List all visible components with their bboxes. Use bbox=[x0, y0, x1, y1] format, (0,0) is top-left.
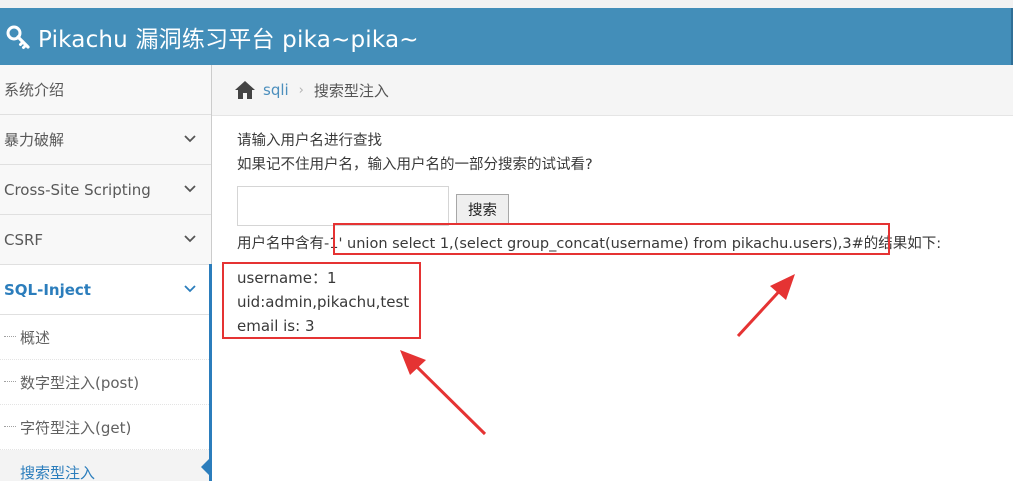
sidebar-item-xss[interactable]: Cross-Site Scripting bbox=[0, 165, 211, 215]
key-icon bbox=[6, 25, 30, 49]
annotation-box-results bbox=[222, 262, 421, 339]
arrow-up-left-icon bbox=[412, 362, 487, 436]
app-title[interactable]: Pikachu 漏洞练习平台 pika~pika~ bbox=[38, 20, 419, 54]
submenu-item-string-get[interactable]: 字符型注入(get) bbox=[0, 405, 211, 450]
submenu-item-label: 字符型注入(get) bbox=[20, 418, 132, 437]
sidebar-item-label: 暴力破解 bbox=[4, 131, 65, 149]
submenu-item-label: 搜索型注入 bbox=[20, 463, 96, 481]
navbar: Pikachu 漏洞练习平台 pika~pika~ bbox=[0, 8, 1013, 65]
sidebar-item-label: Cross-Site Scripting bbox=[4, 180, 151, 199]
search-hint: 如果记不住用户名，输入用户名的一部分搜索的试试看? bbox=[237, 157, 593, 173]
search-prompt: 请输入用户名进行查找 bbox=[237, 133, 382, 149]
sidebar: 系统介绍 暴力破解 Cross-Site Scripting CSRF SQL-… bbox=[0, 65, 212, 481]
chevron-down-icon bbox=[184, 235, 196, 243]
active-menu-rail bbox=[209, 264, 212, 481]
arrow-head-up-left-icon bbox=[400, 350, 426, 375]
submenu-item-search[interactable]: 搜索型注入 bbox=[0, 450, 211, 481]
search-button[interactable]: 搜索 bbox=[456, 194, 509, 224]
sidebar-item-csrf[interactable]: CSRF bbox=[0, 215, 211, 265]
sidebar-item-sql-inject[interactable]: SQL-Inject bbox=[0, 265, 211, 315]
home-icon[interactable] bbox=[234, 80, 256, 100]
tree-dash bbox=[4, 336, 16, 337]
tree-dash bbox=[4, 426, 16, 427]
sidebar-item-intro[interactable]: 系统介绍 bbox=[0, 65, 211, 115]
chevron-down-icon bbox=[184, 285, 196, 293]
sidebar-item-bruteforce[interactable]: 暴力破解 bbox=[0, 115, 211, 165]
breadcrumb-link-sqli[interactable]: sqli bbox=[263, 81, 289, 99]
breadcrumb-separator-icon: › bbox=[298, 82, 304, 98]
submenu-item-numeric-post[interactable]: 数字型注入(post) bbox=[0, 360, 211, 405]
result-prefix: 用户名中含有 bbox=[237, 236, 324, 252]
breadcrumb-current: 搜索型注入 bbox=[313, 81, 389, 100]
active-menu-caret bbox=[201, 458, 210, 476]
tree-dash bbox=[4, 381, 16, 382]
chevron-down-icon bbox=[184, 135, 196, 143]
chevron-down-icon bbox=[184, 185, 196, 193]
submenu-item-label: 概述 bbox=[20, 328, 51, 347]
submenu-item-label: 数字型注入(post) bbox=[20, 373, 140, 392]
sidebar-item-label: SQL-Inject bbox=[4, 280, 91, 299]
breadcrumb: sqli › 搜索型注入 bbox=[212, 65, 1013, 116]
arrow-head-up-right-icon bbox=[770, 274, 795, 300]
sidebar-item-label: CSRF bbox=[4, 230, 44, 249]
search-input[interactable] bbox=[237, 186, 449, 226]
annotation-box-query bbox=[333, 223, 890, 255]
arrow-up-right-icon bbox=[736, 283, 787, 338]
submenu-item-overview[interactable]: 概述 bbox=[0, 315, 211, 360]
sidebar-item-label: 系统介绍 bbox=[4, 81, 65, 99]
